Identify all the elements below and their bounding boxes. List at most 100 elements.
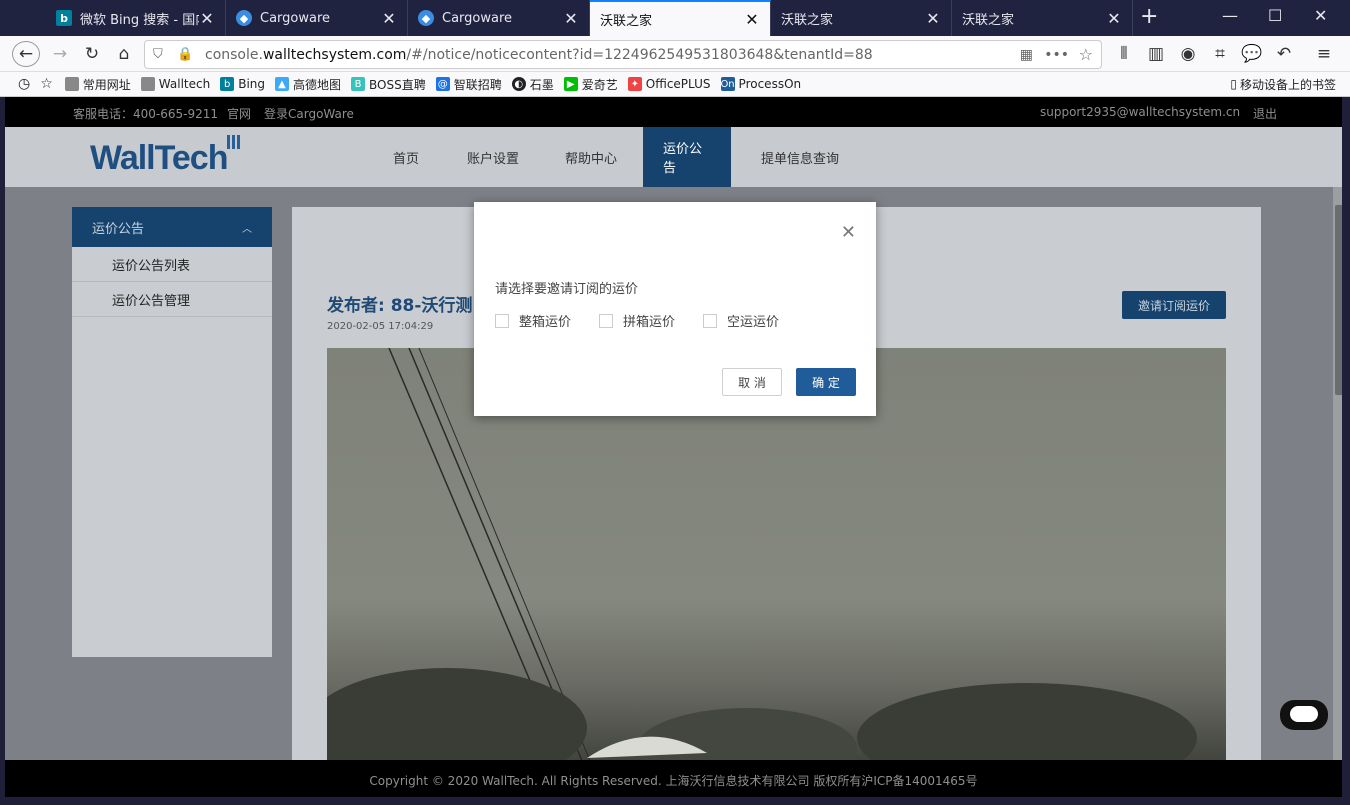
url-domain: walltechsystem.com xyxy=(262,46,407,63)
bookmark-item[interactable]: ✦ OfficePLUS xyxy=(627,77,711,91)
support-phone: 客服电话：400-665-9211 xyxy=(73,107,219,121)
sidebar-header[interactable]: 运价公告 ︿ xyxy=(72,207,272,247)
scrollbar-thumb[interactable] xyxy=(1335,205,1342,395)
forward-icon[interactable]: → xyxy=(46,41,74,67)
bookmark-item[interactable]: @ 智联招聘 xyxy=(435,76,502,93)
close-icon[interactable]: ✕ xyxy=(841,222,856,243)
bookmark-label: Bing xyxy=(238,77,266,91)
option-fcl[interactable]: 整箱运价 xyxy=(495,311,571,330)
screenshot-icon[interactable]: ⌗ xyxy=(1206,41,1234,67)
bookmark-item[interactable]: On ProcessOn xyxy=(720,77,801,91)
publish-date: 2020-02-05 17:04:29 xyxy=(327,321,434,332)
minimize-icon[interactable]: — xyxy=(1222,6,1238,25)
bookmark-label: 常用网址 xyxy=(82,77,131,92)
folder-icon xyxy=(64,77,79,91)
bookmark-item[interactable]: Walltech xyxy=(140,77,210,91)
walltech-logo[interactable]: WallTech xyxy=(90,135,242,178)
sidebar-toggle-icon[interactable]: ▥ xyxy=(1142,41,1170,67)
undo-icon[interactable]: ↶ xyxy=(1270,41,1298,67)
history-icon[interactable]: ◷ xyxy=(18,76,30,92)
bookmark-item[interactable]: ◐ 石墨 xyxy=(511,76,554,93)
boss-icon: B xyxy=(351,77,366,91)
amap-icon: ▲ xyxy=(275,77,290,91)
logout-link[interactable]: 退出 xyxy=(1253,105,1277,122)
navigation-toolbar: ← → ↻ ⌂ ⛉ 🔒 console. walltechsystem.com/#… xyxy=(0,36,1350,72)
iqiyi-icon: ▶ xyxy=(563,77,578,91)
chat-icon[interactable]: 💬 xyxy=(1238,41,1266,67)
sidebar: 运价公告 ︿ 运价公告列表 运价公告管理 xyxy=(72,207,272,657)
tab-cargoware-2[interactable]: ◆ Cargoware ✕ xyxy=(408,0,590,36)
mobile-icon: ▯ xyxy=(1230,77,1237,91)
close-icon[interactable]: ✕ xyxy=(563,9,579,28)
shield-icon: ⛉ xyxy=(153,47,163,62)
login-cargoware-link[interactable]: 登录CargoWare xyxy=(264,105,354,122)
bookmark-label: 智联招聘 xyxy=(453,77,502,92)
close-icon[interactable]: ✕ xyxy=(925,9,941,28)
tab-title: 沃联之家 xyxy=(962,12,1015,28)
bing-icon: b xyxy=(56,10,72,26)
bookmark-item[interactable]: ▶ 爱奇艺 xyxy=(563,76,618,93)
mobile-bookmarks[interactable]: ▯ 移动设备上的书签 xyxy=(1230,76,1336,93)
page-scrollbar[interactable] xyxy=(1333,187,1342,760)
confirm-button[interactable]: 确 定 xyxy=(796,368,856,396)
chat-robot-icon[interactable] xyxy=(1280,700,1328,730)
tab-walltech-3[interactable]: 沃联之家 ✕ xyxy=(952,0,1133,36)
option-label: 整箱运价 xyxy=(519,315,572,330)
library-icon[interactable]: ⫴ xyxy=(1110,41,1138,67)
back-icon[interactable]: ← xyxy=(12,41,40,67)
reload-icon[interactable]: ↻ xyxy=(78,41,106,67)
chevron-up-icon: ︿ xyxy=(242,223,252,235)
bookmark-item[interactable]: b Bing xyxy=(220,77,265,91)
checkbox[interactable] xyxy=(495,313,509,328)
account-icon[interactable]: ◉ xyxy=(1174,41,1202,67)
hamburger-menu-icon[interactable]: ≡ xyxy=(1310,41,1338,67)
close-icon[interactable]: ✕ xyxy=(744,10,760,29)
close-icon[interactable]: ✕ xyxy=(1106,9,1122,28)
menu-account-settings[interactable]: 账户设置 xyxy=(447,127,539,187)
menu-home[interactable]: 首页 xyxy=(373,127,439,187)
cancel-button[interactable]: 取 消 xyxy=(722,368,782,396)
option-lcl[interactable]: 拼箱运价 xyxy=(599,311,675,330)
star-bookmark-icon[interactable]: ☆ xyxy=(40,76,53,92)
close-icon[interactable]: ✕ xyxy=(199,9,215,28)
dialog-prompt: 请选择要邀请订阅的运价 xyxy=(495,282,639,297)
menu-freight-notice[interactable]: 运价公告 xyxy=(643,127,731,187)
bookmark-star-icon[interactable]: ☆ xyxy=(1079,45,1093,64)
new-tab-icon[interactable]: + xyxy=(1140,4,1158,29)
home-icon[interactable]: ⌂ xyxy=(110,41,138,67)
maximize-icon[interactable]: ☐ xyxy=(1268,6,1282,25)
sidebar-item-notice-list[interactable]: 运价公告列表 xyxy=(72,247,272,282)
window-close-icon[interactable]: ✕ xyxy=(1314,6,1327,25)
bookmark-label: 爱奇艺 xyxy=(581,77,618,92)
bookmark-item[interactable]: B BOSS直聘 xyxy=(351,76,426,93)
bookmark-item[interactable]: 常用网址 xyxy=(64,76,131,93)
menu-bl-query[interactable]: 提单信息查询 xyxy=(741,127,859,187)
url-prefix: console. xyxy=(205,46,263,63)
officeplus-icon: ✦ xyxy=(627,77,642,91)
mobile-bookmarks-label: 移动设备上的书签 xyxy=(1239,77,1336,92)
qrcode-icon[interactable]: ▦ xyxy=(1020,47,1033,63)
sidebar-item-notice-manage[interactable]: 运价公告管理 xyxy=(72,282,272,317)
bookmark-label: 石墨 xyxy=(529,77,554,92)
address-bar[interactable]: ⛉ 🔒 console. walltechsystem.com/#/notice/… xyxy=(144,40,1102,69)
url-path: /#/notice/noticecontent?id=1224962549531… xyxy=(406,46,873,63)
insecure-lock-icon: 🔒 xyxy=(177,47,194,62)
checkbox[interactable] xyxy=(703,313,718,328)
tab-title: Cargoware xyxy=(260,10,331,26)
close-icon[interactable]: ✕ xyxy=(381,9,397,28)
official-site-link[interactable]: 官网 xyxy=(227,105,251,122)
tab-title: 微软 Bing 搜索 - 国内版 xyxy=(80,12,199,28)
tab-cargoware-1[interactable]: ◆ Cargoware ✕ xyxy=(226,0,408,36)
bookmark-item[interactable]: ▲ 高德地图 xyxy=(275,76,341,93)
more-actions-icon[interactable]: ••• xyxy=(1044,47,1069,63)
menu-help-center[interactable]: 帮助中心 xyxy=(545,127,637,187)
tab-walltech-2[interactable]: 沃联之家 ✕ xyxy=(771,0,952,36)
tab-bing[interactable]: b 微软 Bing 搜索 - 国内版 ✕ xyxy=(46,0,226,36)
invite-subscribe-button[interactable]: 邀请订阅运价 xyxy=(1122,291,1226,319)
checkbox[interactable] xyxy=(599,313,614,328)
user-email: support2935@walltechsystem.cn xyxy=(1040,105,1241,119)
tab-walltech-active[interactable]: 沃联之家 ✕ xyxy=(590,0,771,36)
logo-text: WallTech xyxy=(90,139,228,177)
bookmarks-toolbar: ◷ ☆ 常用网址 Walltech b Bing ▲ 高德地图 B BOSS直聘 @ 智… xyxy=(0,72,1350,97)
option-air[interactable]: 空运运价 xyxy=(703,311,779,330)
